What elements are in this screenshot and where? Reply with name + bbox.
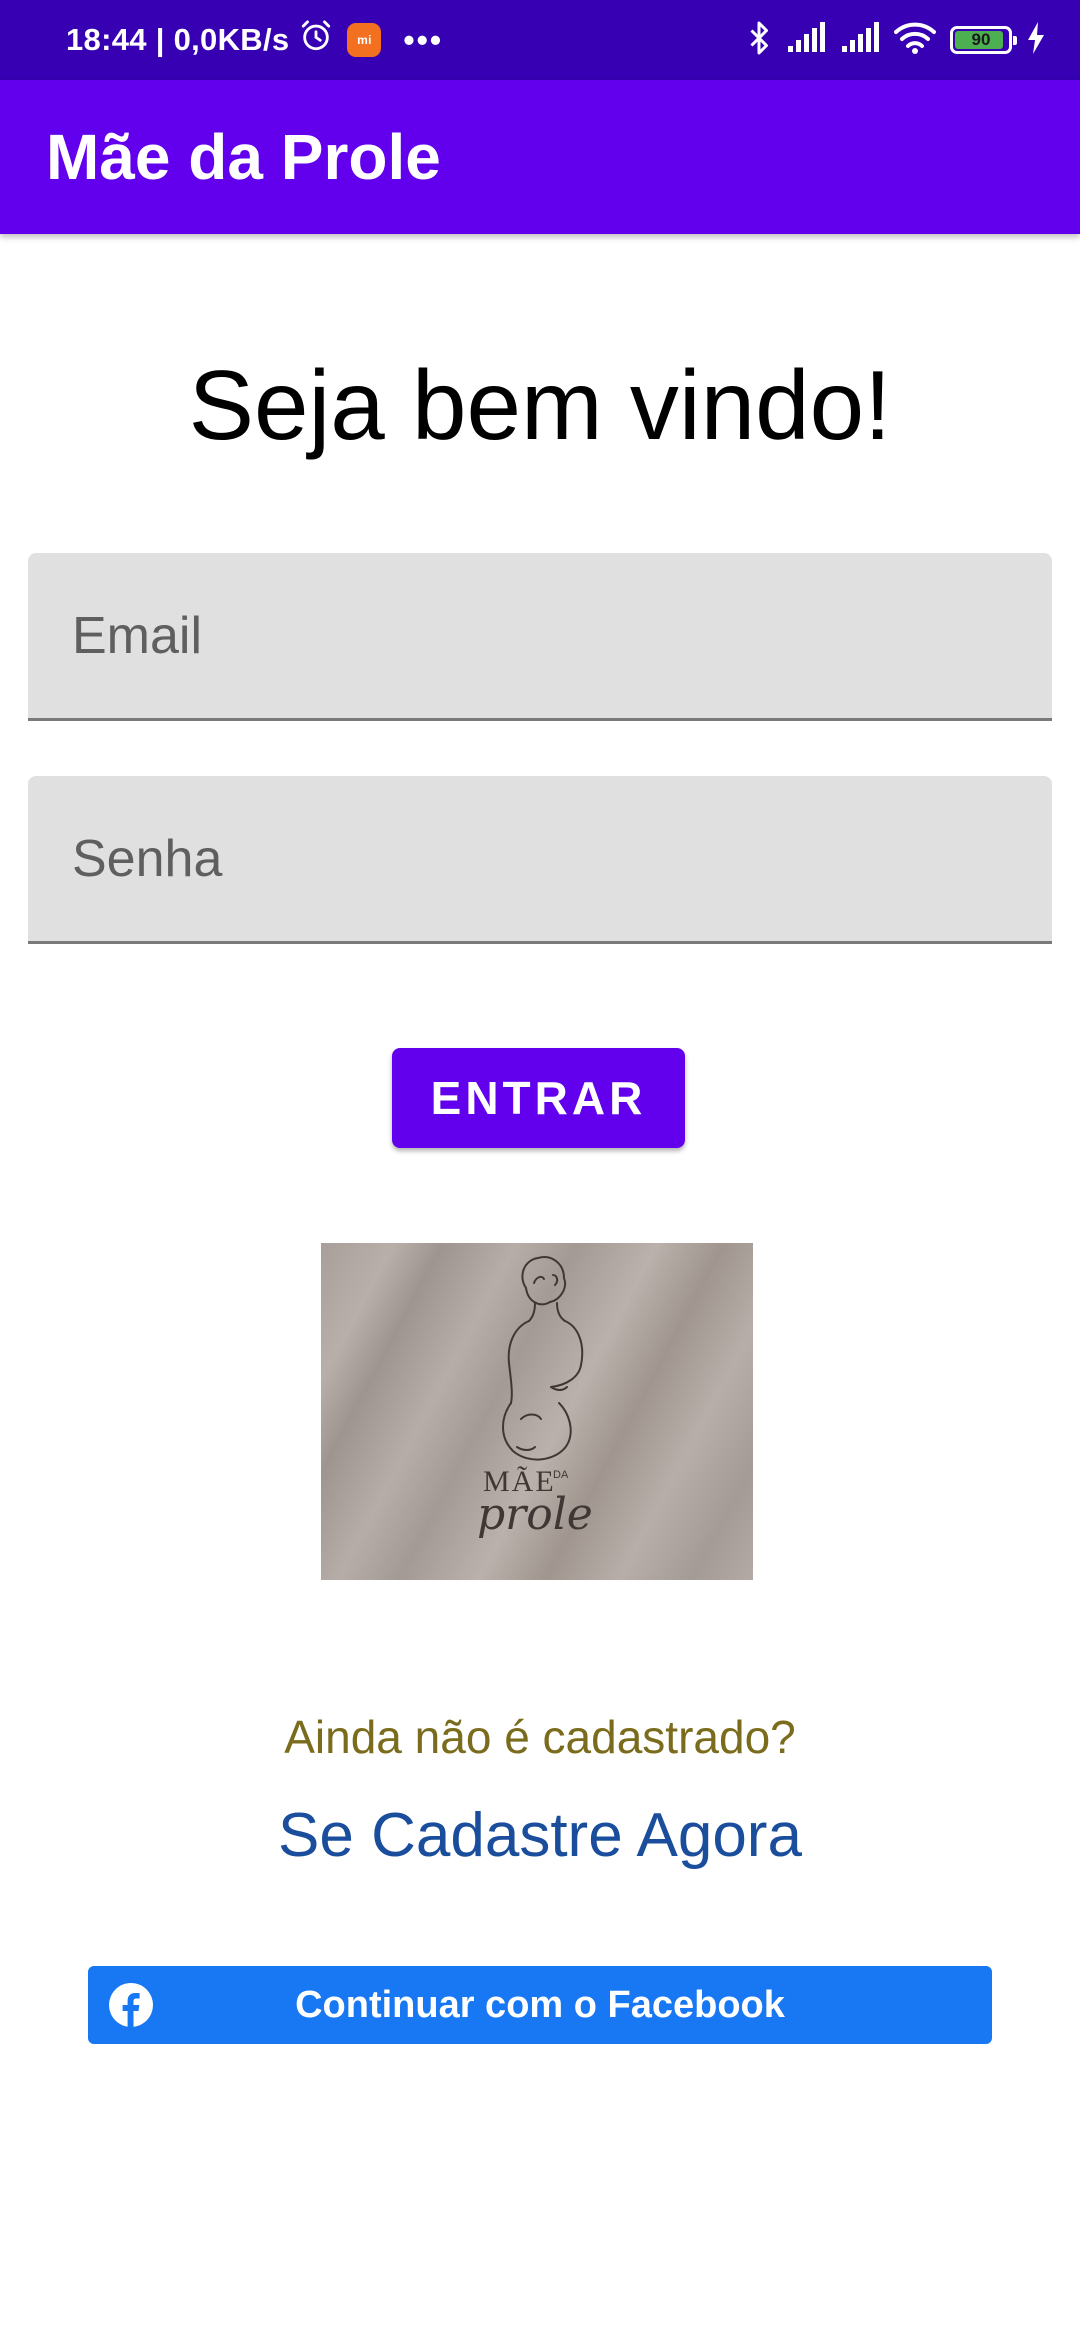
facebook-icon xyxy=(108,1982,154,2028)
status-bar: 18:44 | 0,0KB/s mi ••• 90 xyxy=(0,0,1080,80)
battery-icon: 90 xyxy=(950,26,1017,54)
status-left: 18:44 | 0,0KB/s mi ••• xyxy=(66,0,443,80)
email-field[interactable] xyxy=(28,553,1052,718)
logo-wordmark: MÃE DA prole xyxy=(321,1243,753,1580)
login-button[interactable]: ENTRAR xyxy=(392,1048,685,1148)
password-field-container xyxy=(28,776,1052,944)
facebook-login-label: Continuar com o Facebook xyxy=(295,1983,785,2026)
alarm-icon xyxy=(299,19,333,61)
password-field[interactable] xyxy=(28,776,1052,941)
battery-level: 90 xyxy=(971,30,991,49)
register-link[interactable]: Se Cadastre Agora xyxy=(0,1800,1080,1871)
signal-icon xyxy=(786,21,826,59)
mi-app-icon: mi xyxy=(347,23,382,57)
welcome-heading: Seja bem vindo! xyxy=(188,350,892,460)
brand-logo-image: MÃE DA prole xyxy=(321,1243,753,1580)
logo-word-da: DA xyxy=(553,1469,569,1481)
status-right: 90 xyxy=(746,0,1046,80)
login-screen: 18:44 | 0,0KB/s mi ••• 90 Mãe da Prole S… xyxy=(0,0,1080,2340)
wifi-icon xyxy=(894,21,936,60)
logo-word-prole: prole xyxy=(477,1489,593,1540)
status-time-speed: 18:44 | 0,0KB/s xyxy=(66,22,290,57)
email-field-container xyxy=(28,553,1052,721)
app-title: Mãe da Prole xyxy=(46,121,441,193)
more-dots-icon: ••• xyxy=(403,21,444,58)
register-question: Ainda não é cadastrado? xyxy=(284,1711,796,1763)
signal-icon xyxy=(840,21,880,59)
facebook-login-button[interactable]: Continuar com o Facebook xyxy=(88,1966,992,2044)
charging-icon xyxy=(1026,21,1046,59)
app-bar: Mãe da Prole xyxy=(0,80,1080,234)
bluetooth-icon xyxy=(746,20,772,61)
